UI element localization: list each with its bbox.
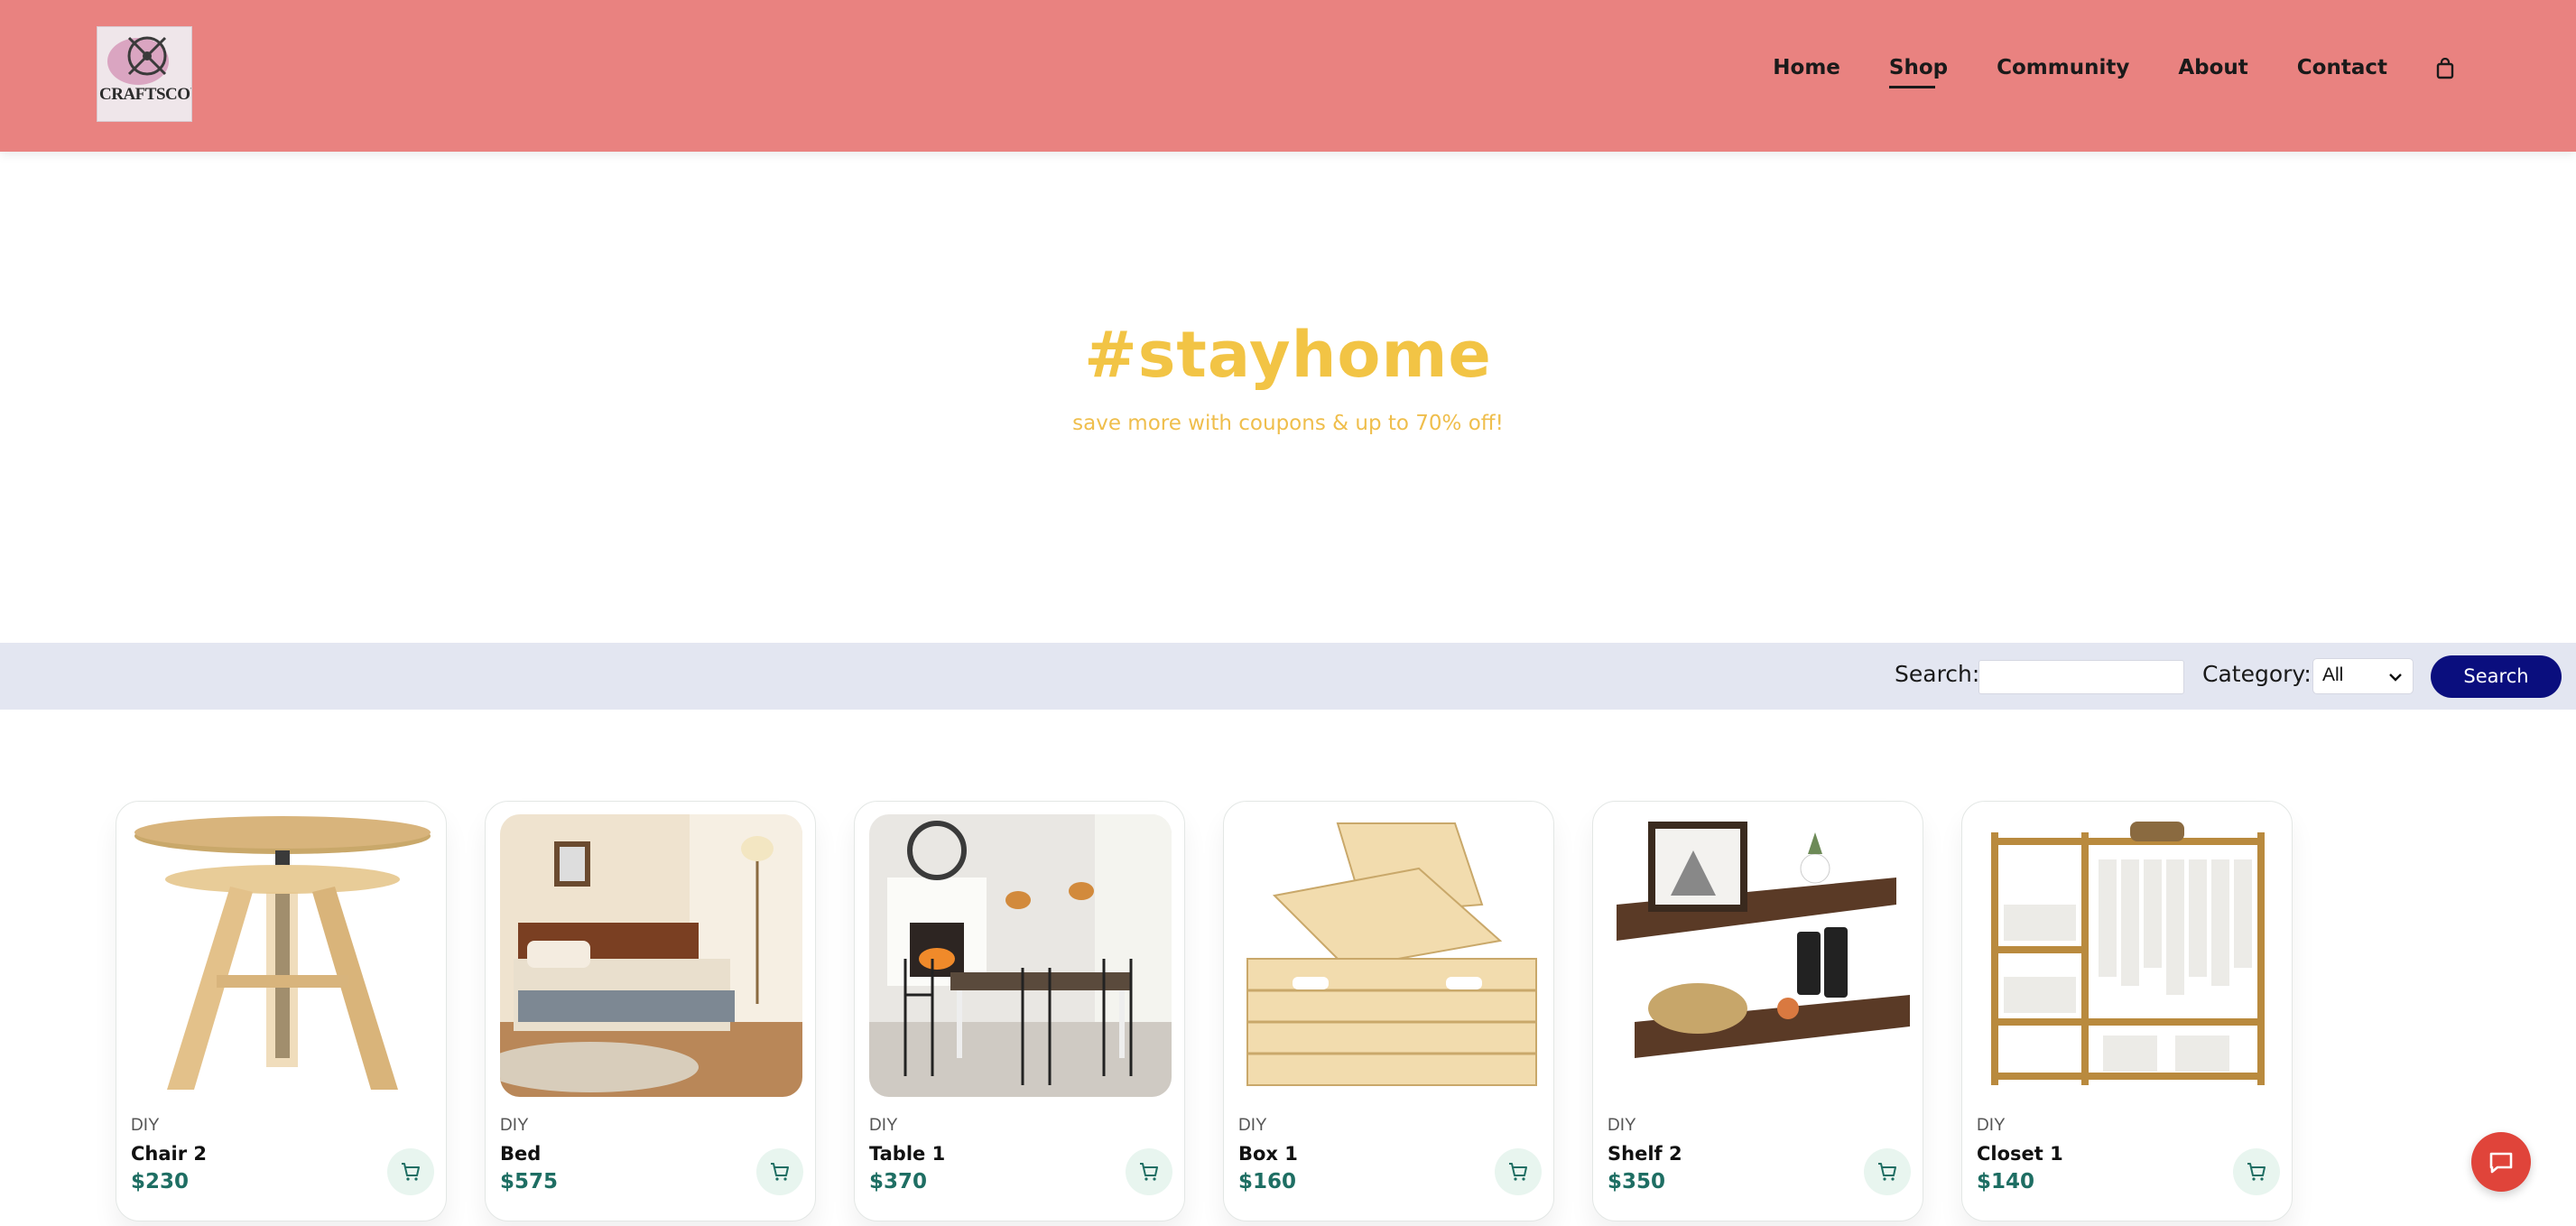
search-label: Search:	[1895, 661, 1980, 687]
category-label: Category:	[2202, 661, 2312, 687]
product-category: DIY	[869, 1116, 898, 1135]
add-to-cart-button[interactable]	[1495, 1148, 1542, 1195]
cart-icon	[402, 1163, 420, 1181]
cart-icon	[1140, 1163, 1158, 1181]
product-image-box[interactable]	[1238, 814, 1541, 1097]
product-price: $140	[1977, 1170, 2035, 1193]
chevron-down-icon	[2389, 673, 2402, 682]
cart-icon	[2247, 1163, 2266, 1181]
nav-home[interactable]: Home	[1773, 56, 1840, 85]
nav-shop[interactable]: Shop	[1888, 56, 1948, 88]
chat-bubble-icon	[2489, 1152, 2513, 1174]
product-category: DIY	[1977, 1116, 2006, 1135]
product-category: DIY	[1608, 1116, 1636, 1135]
nav-contact[interactable]: Contact	[2297, 56, 2387, 85]
product-name[interactable]: Closet 1	[1977, 1143, 2063, 1165]
add-to-cart-button[interactable]	[1864, 1148, 1911, 1195]
logo-emblem-icon	[97, 27, 191, 121]
shopping-bag-icon[interactable]	[2436, 57, 2454, 79]
product-name[interactable]: Box 1	[1238, 1143, 1298, 1165]
hero-subtitle: save more with coupons & up to 70% off!	[1072, 412, 1504, 435]
product-card[interactable]: DIY Closet 1 $140	[1961, 801, 2293, 1221]
cart-icon	[771, 1163, 789, 1181]
category-select-value: All	[2322, 664, 2344, 685]
product-price: $230	[131, 1170, 190, 1193]
add-to-cart-button[interactable]	[387, 1148, 434, 1195]
product-name[interactable]: Bed	[500, 1143, 541, 1165]
product-card[interactable]: DIY Shelf 2 $350	[1592, 801, 1923, 1221]
product-price: $350	[1608, 1170, 1666, 1193]
product-image-shelf[interactable]	[1608, 814, 1910, 1097]
product-name[interactable]: Chair 2	[131, 1143, 207, 1165]
chat-button[interactable]	[2471, 1132, 2531, 1192]
product-card[interactable]: DIY Box 1 $160	[1223, 801, 1554, 1221]
product-category: DIY	[1238, 1116, 1267, 1135]
search-button[interactable]: Search	[2431, 655, 2562, 698]
product-price: $370	[869, 1170, 928, 1193]
product-price: $575	[500, 1170, 559, 1193]
hero-title: #stayhome	[1084, 318, 1492, 392]
logo-wordmark: CRAFTSCOUT	[99, 85, 191, 104]
product-name[interactable]: Shelf 2	[1608, 1143, 1682, 1165]
product-name[interactable]: Table 1	[869, 1143, 945, 1165]
product-card[interactable]: DIY Bed $575	[485, 801, 816, 1221]
product-price: $160	[1238, 1170, 1297, 1193]
search-bar: Search: Category: All Search	[0, 643, 2576, 710]
category-select[interactable]: All	[2312, 658, 2414, 694]
add-to-cart-button[interactable]	[2233, 1148, 2280, 1195]
nav-community[interactable]: Community	[1997, 56, 2129, 85]
product-image-chair[interactable]	[131, 814, 433, 1097]
cart-icon	[1878, 1163, 1896, 1181]
add-to-cart-button[interactable]	[1126, 1148, 1172, 1195]
main-nav: Home Shop Community About Contact	[1724, 56, 2454, 88]
site-header: CRAFTSCOUT Home Shop Community About Con…	[0, 0, 2576, 152]
add-to-cart-button[interactable]	[756, 1148, 803, 1195]
search-input[interactable]	[1978, 660, 2184, 694]
brand-logo[interactable]: CRAFTSCOUT	[97, 26, 192, 122]
product-card[interactable]: DIY Table 1 $370	[854, 801, 1185, 1221]
product-image-closet[interactable]	[1977, 814, 2279, 1097]
product-category: DIY	[131, 1116, 160, 1135]
cart-icon	[1509, 1163, 1527, 1181]
product-image-table[interactable]	[869, 814, 1172, 1097]
product-image-bed[interactable]	[500, 814, 802, 1097]
nav-about[interactable]: About	[2178, 56, 2247, 85]
product-card[interactable]: DIY Chair 2 $230	[116, 801, 447, 1221]
product-category: DIY	[500, 1116, 529, 1135]
